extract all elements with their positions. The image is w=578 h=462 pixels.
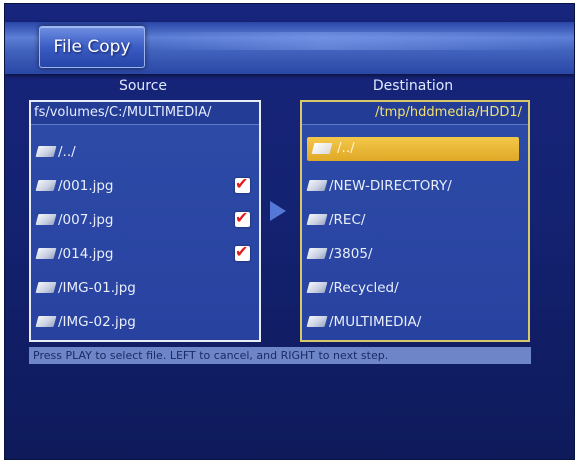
file-icon <box>311 143 333 154</box>
file-icon <box>306 180 328 191</box>
file-icon <box>35 214 57 225</box>
destination-label: Destination <box>372 78 454 94</box>
source-panel: fs/volumes/C:/MULTIMEDIA/ /../ /001.jpg … <box>29 100 261 342</box>
destination-item[interactable]: /3805/ <box>306 242 372 266</box>
file-icon <box>35 248 57 259</box>
destination-item[interactable]: /REC/ <box>306 208 365 232</box>
source-label: Source <box>118 78 168 94</box>
checkmark-icon[interactable]: ✔ <box>235 209 250 227</box>
checkmark-icon[interactable]: ✔ <box>235 175 250 193</box>
file-icon <box>306 282 328 293</box>
file-copy-screen: File Copy Source Destination fs/volumes/… <box>4 3 575 460</box>
page-title: File Copy <box>39 26 145 68</box>
status-bar: Press PLAY to select file. LEFT to cance… <box>29 347 531 364</box>
destination-item[interactable]: /NEW-DIRECTORY/ <box>306 174 452 198</box>
destination-panel: /tmp/hddmedia/HDD1/ /../ /NEW-DIRECTORY/… <box>300 100 530 342</box>
file-icon <box>306 248 328 259</box>
destination-item[interactable]: /Recycled/ <box>306 276 399 300</box>
destination-item-selected[interactable]: /../ <box>307 137 519 161</box>
file-icon <box>35 316 57 327</box>
destination-item[interactable]: /MULTIMEDIA/ <box>306 310 421 334</box>
source-item[interactable]: /007.jpg <box>35 208 114 232</box>
right-arrow-icon <box>270 201 286 221</box>
destination-path: /tmp/hddmedia/HDD1/ <box>302 102 528 125</box>
file-icon <box>35 146 57 157</box>
source-item[interactable]: /IMG-01.jpg <box>35 276 136 300</box>
file-icon <box>306 214 328 225</box>
source-item[interactable]: /014.jpg <box>35 242 114 266</box>
file-icon <box>306 316 328 327</box>
file-icon <box>35 282 57 293</box>
source-item[interactable]: /001.jpg <box>35 174 114 198</box>
source-item[interactable]: /IMG-02.jpg <box>35 310 136 334</box>
source-path: fs/volumes/C:/MULTIMEDIA/ <box>31 102 259 125</box>
checkmark-icon[interactable]: ✔ <box>235 243 250 261</box>
source-item[interactable]: /../ <box>35 140 76 164</box>
file-icon <box>35 180 57 191</box>
